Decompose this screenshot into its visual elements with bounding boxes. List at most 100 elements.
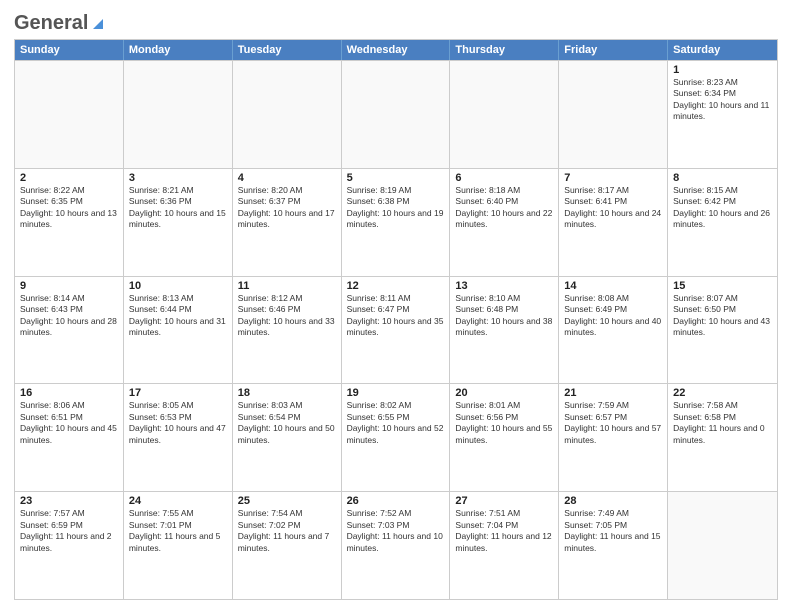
cell-info: Sunrise: 8:18 AMSunset: 6:40 PMDaylight:… — [455, 185, 553, 231]
cell-info: Sunrise: 8:17 AMSunset: 6:41 PMDaylight:… — [564, 185, 662, 231]
day-number: 25 — [238, 495, 336, 507]
calendar-cell-17: 17Sunrise: 8:05 AMSunset: 6:53 PMDayligh… — [124, 384, 233, 491]
cell-info: Sunrise: 8:05 AMSunset: 6:53 PMDaylight:… — [129, 400, 227, 446]
weekday-header-thursday: Thursday — [450, 40, 559, 60]
calendar-row-3: 16Sunrise: 8:06 AMSunset: 6:51 PMDayligh… — [15, 383, 777, 491]
cell-info: Sunrise: 8:13 AMSunset: 6:44 PMDaylight:… — [129, 293, 227, 339]
calendar-row-4: 23Sunrise: 7:57 AMSunset: 6:59 PMDayligh… — [15, 491, 777, 599]
day-number: 1 — [673, 64, 772, 76]
day-number: 27 — [455, 495, 553, 507]
day-number: 9 — [20, 280, 118, 292]
calendar-cell-empty-0-0 — [15, 61, 124, 168]
cell-info: Sunrise: 7:58 AMSunset: 6:58 PMDaylight:… — [673, 400, 772, 446]
cell-info: Sunrise: 8:14 AMSunset: 6:43 PMDaylight:… — [20, 293, 118, 339]
calendar-cell-6: 6Sunrise: 8:18 AMSunset: 6:40 PMDaylight… — [450, 169, 559, 276]
day-number: 13 — [455, 280, 553, 292]
weekday-header-friday: Friday — [559, 40, 668, 60]
day-number: 28 — [564, 495, 662, 507]
calendar-cell-24: 24Sunrise: 7:55 AMSunset: 7:01 PMDayligh… — [124, 492, 233, 599]
header: General — [14, 12, 778, 31]
day-number: 2 — [20, 172, 118, 184]
calendar-cell-22: 22Sunrise: 7:58 AMSunset: 6:58 PMDayligh… — [668, 384, 777, 491]
calendar-cell-11: 11Sunrise: 8:12 AMSunset: 6:46 PMDayligh… — [233, 277, 342, 384]
calendar-cell-8: 8Sunrise: 8:15 AMSunset: 6:42 PMDaylight… — [668, 169, 777, 276]
calendar-cell-10: 10Sunrise: 8:13 AMSunset: 6:44 PMDayligh… — [124, 277, 233, 384]
calendar-cell-12: 12Sunrise: 8:11 AMSunset: 6:47 PMDayligh… — [342, 277, 451, 384]
cell-info: Sunrise: 8:19 AMSunset: 6:38 PMDaylight:… — [347, 185, 445, 231]
calendar-cell-15: 15Sunrise: 8:07 AMSunset: 6:50 PMDayligh… — [668, 277, 777, 384]
cell-info: Sunrise: 7:52 AMSunset: 7:03 PMDaylight:… — [347, 508, 445, 554]
calendar-cell-27: 27Sunrise: 7:51 AMSunset: 7:04 PMDayligh… — [450, 492, 559, 599]
day-number: 21 — [564, 387, 662, 399]
day-number: 16 — [20, 387, 118, 399]
calendar-cell-18: 18Sunrise: 8:03 AMSunset: 6:54 PMDayligh… — [233, 384, 342, 491]
calendar-cell-16: 16Sunrise: 8:06 AMSunset: 6:51 PMDayligh… — [15, 384, 124, 491]
weekday-header-sunday: Sunday — [15, 40, 124, 60]
cell-info: Sunrise: 8:06 AMSunset: 6:51 PMDaylight:… — [20, 400, 118, 446]
calendar-cell-26: 26Sunrise: 7:52 AMSunset: 7:03 PMDayligh… — [342, 492, 451, 599]
cell-info: Sunrise: 8:02 AMSunset: 6:55 PMDaylight:… — [347, 400, 445, 446]
calendar-cell-2: 2Sunrise: 8:22 AMSunset: 6:35 PMDaylight… — [15, 169, 124, 276]
weekday-header-wednesday: Wednesday — [342, 40, 451, 60]
calendar-cell-4: 4Sunrise: 8:20 AMSunset: 6:37 PMDaylight… — [233, 169, 342, 276]
cell-info: Sunrise: 8:07 AMSunset: 6:50 PMDaylight:… — [673, 293, 772, 339]
page: General SundayMondayTuesdayWednesdayThur… — [0, 0, 792, 612]
cell-info: Sunrise: 7:51 AMSunset: 7:04 PMDaylight:… — [455, 508, 553, 554]
cell-info: Sunrise: 8:01 AMSunset: 6:56 PMDaylight:… — [455, 400, 553, 446]
calendar-cell-empty-0-4 — [450, 61, 559, 168]
cell-info: Sunrise: 8:20 AMSunset: 6:37 PMDaylight:… — [238, 185, 336, 231]
cell-info: Sunrise: 7:59 AMSunset: 6:57 PMDaylight:… — [564, 400, 662, 446]
day-number: 22 — [673, 387, 772, 399]
weekday-header-saturday: Saturday — [668, 40, 777, 60]
calendar-cell-empty-0-5 — [559, 61, 668, 168]
day-number: 23 — [20, 495, 118, 507]
calendar-cell-21: 21Sunrise: 7:59 AMSunset: 6:57 PMDayligh… — [559, 384, 668, 491]
cell-info: Sunrise: 7:57 AMSunset: 6:59 PMDaylight:… — [20, 508, 118, 554]
logo-arrow-icon — [89, 15, 107, 33]
calendar-cell-empty-0-3 — [342, 61, 451, 168]
logo: General — [14, 12, 107, 31]
day-number: 8 — [673, 172, 772, 184]
calendar-cell-empty-4-6 — [668, 492, 777, 599]
day-number: 19 — [347, 387, 445, 399]
day-number: 11 — [238, 280, 336, 292]
cell-info: Sunrise: 8:08 AMSunset: 6:49 PMDaylight:… — [564, 293, 662, 339]
cell-info: Sunrise: 8:12 AMSunset: 6:46 PMDaylight:… — [238, 293, 336, 339]
day-number: 7 — [564, 172, 662, 184]
day-number: 12 — [347, 280, 445, 292]
cell-info: Sunrise: 7:49 AMSunset: 7:05 PMDaylight:… — [564, 508, 662, 554]
day-number: 26 — [347, 495, 445, 507]
calendar-cell-13: 13Sunrise: 8:10 AMSunset: 6:48 PMDayligh… — [450, 277, 559, 384]
weekday-header-monday: Monday — [124, 40, 233, 60]
cell-info: Sunrise: 8:10 AMSunset: 6:48 PMDaylight:… — [455, 293, 553, 339]
day-number: 20 — [455, 387, 553, 399]
calendar-cell-5: 5Sunrise: 8:19 AMSunset: 6:38 PMDaylight… — [342, 169, 451, 276]
calendar-row-1: 2Sunrise: 8:22 AMSunset: 6:35 PMDaylight… — [15, 168, 777, 276]
calendar-body: 1Sunrise: 8:23 AMSunset: 6:34 PMDaylight… — [15, 60, 777, 599]
day-number: 5 — [347, 172, 445, 184]
calendar-cell-25: 25Sunrise: 7:54 AMSunset: 7:02 PMDayligh… — [233, 492, 342, 599]
day-number: 24 — [129, 495, 227, 507]
calendar-row-0: 1Sunrise: 8:23 AMSunset: 6:34 PMDaylight… — [15, 60, 777, 168]
day-number: 14 — [564, 280, 662, 292]
logo-general: General — [14, 12, 88, 35]
calendar-header: SundayMondayTuesdayWednesdayThursdayFrid… — [15, 40, 777, 60]
calendar-cell-7: 7Sunrise: 8:17 AMSunset: 6:41 PMDaylight… — [559, 169, 668, 276]
cell-info: Sunrise: 8:22 AMSunset: 6:35 PMDaylight:… — [20, 185, 118, 231]
calendar-row-2: 9Sunrise: 8:14 AMSunset: 6:43 PMDaylight… — [15, 276, 777, 384]
calendar-cell-19: 19Sunrise: 8:02 AMSunset: 6:55 PMDayligh… — [342, 384, 451, 491]
day-number: 15 — [673, 280, 772, 292]
cell-info: Sunrise: 7:54 AMSunset: 7:02 PMDaylight:… — [238, 508, 336, 554]
cell-info: Sunrise: 8:11 AMSunset: 6:47 PMDaylight:… — [347, 293, 445, 339]
day-number: 18 — [238, 387, 336, 399]
cell-info: Sunrise: 7:55 AMSunset: 7:01 PMDaylight:… — [129, 508, 227, 554]
weekday-header-tuesday: Tuesday — [233, 40, 342, 60]
calendar-cell-20: 20Sunrise: 8:01 AMSunset: 6:56 PMDayligh… — [450, 384, 559, 491]
calendar-cell-empty-0-2 — [233, 61, 342, 168]
calendar: SundayMondayTuesdayWednesdayThursdayFrid… — [14, 39, 778, 600]
day-number: 10 — [129, 280, 227, 292]
calendar-cell-1: 1Sunrise: 8:23 AMSunset: 6:34 PMDaylight… — [668, 61, 777, 168]
calendar-cell-9: 9Sunrise: 8:14 AMSunset: 6:43 PMDaylight… — [15, 277, 124, 384]
calendar-cell-28: 28Sunrise: 7:49 AMSunset: 7:05 PMDayligh… — [559, 492, 668, 599]
calendar-cell-empty-0-1 — [124, 61, 233, 168]
